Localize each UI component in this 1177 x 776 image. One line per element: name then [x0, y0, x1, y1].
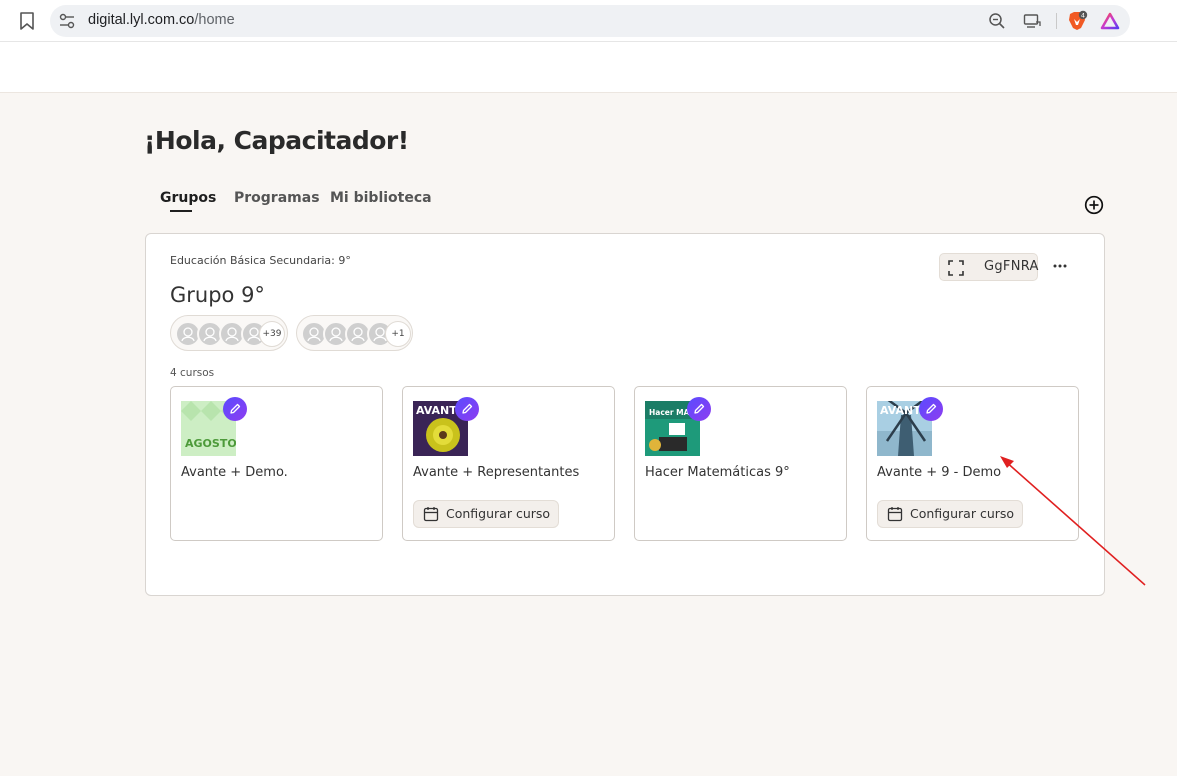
course-name: Hacer Matemáticas 9°: [645, 465, 790, 480]
page-title: ¡Hola, Capacitador!: [144, 126, 409, 155]
students-more-count: +39: [259, 321, 285, 347]
bookmark-icon[interactable]: [18, 11, 36, 31]
site-header: [0, 42, 1177, 93]
tab-programas[interactable]: Programas: [234, 190, 320, 206]
course-name: Avante + 9 - Demo: [877, 465, 1002, 480]
brave-shield-icon[interactable]: 4: [1066, 10, 1088, 32]
course-card[interactable]: Hacer MATEMÁTICAS Hacer Matemáticas 9°: [634, 386, 847, 541]
teachers-avatars[interactable]: +1: [296, 315, 413, 351]
thumb-text: AGOSTO: [185, 437, 236, 450]
configure-course-label: Configurar curso: [446, 506, 551, 521]
tab-grupos[interactable]: Grupos: [160, 190, 216, 206]
more-options-icon[interactable]: [1052, 258, 1068, 274]
pencil-icon: [230, 403, 241, 414]
course-card[interactable]: AVANTE Avante + Representantes Configura…: [402, 386, 615, 541]
cast-icon[interactable]: [1023, 13, 1041, 29]
browser-toolbar: digital.lyl.com.co/home 4: [0, 0, 1177, 42]
pencil-icon: [694, 403, 705, 414]
brave-rewards-icon[interactable]: [1100, 12, 1120, 30]
edit-course-button[interactable]: [919, 397, 943, 421]
group-card: Educación Básica Secundaria: 9° Grupo 9°…: [145, 233, 1105, 596]
active-tab-indicator: [170, 210, 192, 212]
edit-course-button[interactable]: [455, 397, 479, 421]
configure-course-button[interactable]: Configurar curso: [413, 500, 560, 528]
course-name: Avante + Representantes: [413, 465, 580, 480]
address-bar[interactable]: digital.lyl.com.co/home 4: [50, 5, 1130, 37]
edit-course-button[interactable]: [687, 397, 711, 421]
tab-mi-biblioteca[interactable]: Mi biblioteca: [330, 190, 432, 206]
add-group-button[interactable]: [1084, 195, 1104, 215]
group-code: GgFNRA: [984, 259, 1039, 274]
url-divider: [1056, 13, 1057, 29]
site-settings-icon[interactable]: [58, 13, 76, 29]
url-text[interactable]: digital.lyl.com.co/home: [88, 12, 235, 28]
zoom-out-icon[interactable]: [988, 12, 1006, 30]
course-card[interactable]: AGOSTO Avante + Demo.: [170, 386, 383, 541]
url-host: digital.lyl.com.co: [88, 12, 195, 28]
courses-count: 4 cursos: [170, 367, 215, 379]
pencil-icon: [462, 403, 473, 414]
url-path: /home: [194, 12, 235, 28]
expand-icon: [948, 260, 964, 276]
group-code-button[interactable]: GgFNRA: [939, 253, 1038, 281]
pencil-icon: [926, 403, 937, 414]
calendar-icon: [423, 507, 439, 522]
students-avatars[interactable]: +39: [170, 315, 288, 351]
teachers-more-count: +1: [385, 321, 411, 347]
brave-badge: 4: [1081, 11, 1085, 19]
group-level: Educación Básica Secundaria: 9°: [170, 254, 351, 267]
annotation-arrow: [1000, 456, 1146, 586]
course-name: Avante + Demo.: [181, 465, 288, 480]
group-title: Grupo 9°: [170, 283, 265, 307]
calendar-icon: [887, 507, 903, 522]
edit-course-button[interactable]: [223, 397, 247, 421]
